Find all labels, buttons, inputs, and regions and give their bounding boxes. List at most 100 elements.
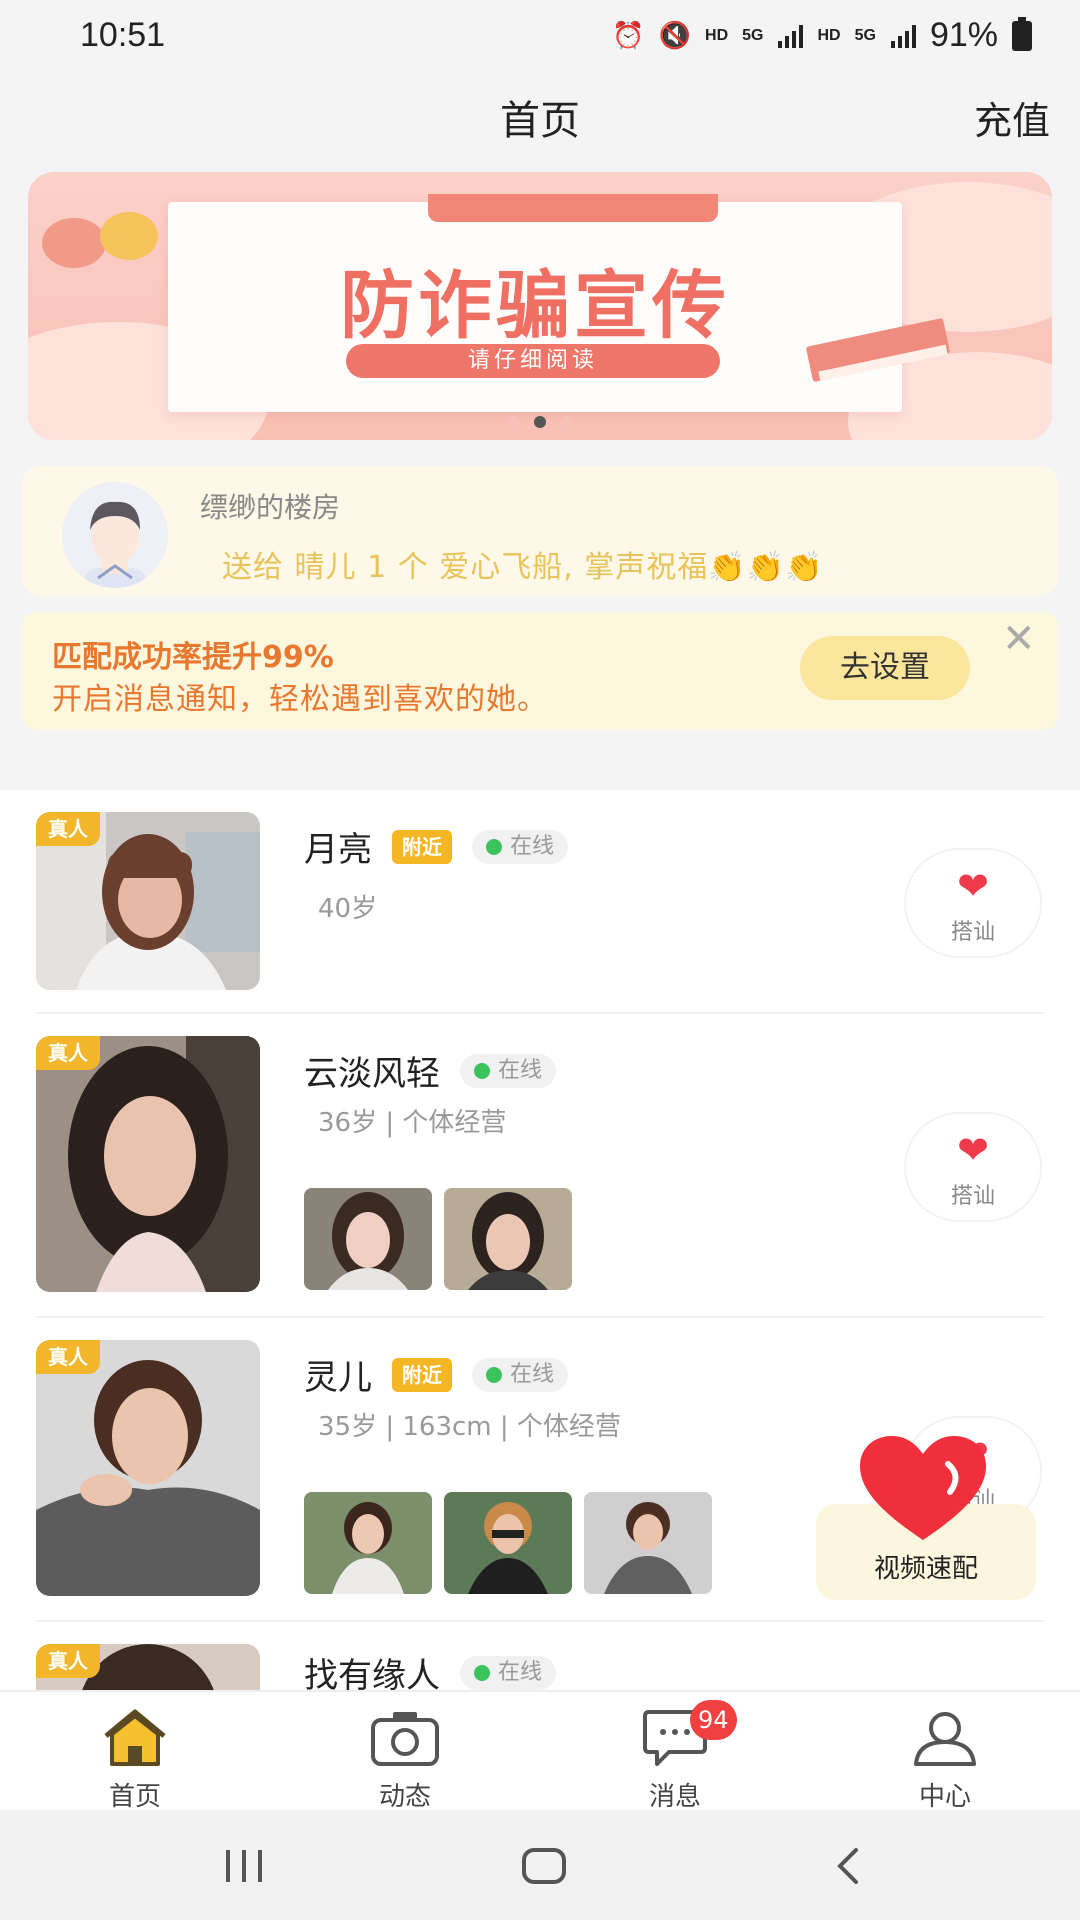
- nav-label: 首页: [108, 1782, 161, 1812]
- online-dot-icon: [474, 1062, 490, 1079]
- hd-label-2: HD: [817, 26, 841, 44]
- alarm-icon: ⏰: [612, 20, 645, 50]
- status-icons: ⏰ 🔇 HD 5G HD 5G 91%: [612, 16, 1032, 55]
- user-icon: [810, 1708, 1080, 1768]
- balloon-icon: [100, 212, 158, 260]
- nearby-badge: 附近: [392, 829, 452, 864]
- anti-fraud-banner[interactable]: 防诈骗宣传 请仔细阅读: [28, 172, 1052, 440]
- unread-badge: 94: [690, 1700, 737, 1740]
- nav-label: 中心: [918, 1782, 971, 1812]
- real-person-badge: 真人: [36, 812, 100, 846]
- notice-sender: 缥缈的楼房: [200, 491, 341, 524]
- online-dot-icon: [474, 1664, 490, 1681]
- recharge-button[interactable]: 充值: [974, 90, 1050, 145]
- pager-dot[interactable]: [508, 416, 520, 428]
- back-button[interactable]: [808, 1838, 888, 1894]
- avatar: [62, 482, 168, 588]
- online-label: 在线: [510, 1361, 555, 1387]
- photo-thumbs: [304, 1492, 712, 1594]
- home-button[interactable]: [504, 1838, 584, 1894]
- photo-thumb[interactable]: [304, 1188, 432, 1290]
- photo-thumbs: [304, 1188, 572, 1290]
- balloon-icon: [42, 218, 106, 268]
- user-photo[interactable]: 真人: [36, 1036, 260, 1292]
- pager-dot-active[interactable]: [534, 416, 546, 428]
- chat-up-label: 搭讪: [950, 920, 995, 945]
- chat-up-button[interactable]: ❤ 搭讪: [904, 848, 1042, 958]
- nav-home[interactable]: 首页: [0, 1692, 270, 1812]
- mute-icon: 🔇: [658, 20, 692, 50]
- name-row: 云淡风轻 在线: [304, 1046, 557, 1095]
- list-item[interactable]: 真人 月亮 附近 在线 40岁 ❤ 搭讪: [0, 812, 1080, 1012]
- go-settings-button[interactable]: 去设置: [800, 636, 970, 700]
- battery-percent: 91%: [929, 16, 998, 54]
- battery-icon: [1012, 16, 1032, 51]
- hd-label: HD: [705, 26, 729, 44]
- signal-icon-2: [890, 24, 916, 48]
- photo-thumb[interactable]: [444, 1188, 572, 1290]
- real-person-badge: 真人: [36, 1036, 100, 1070]
- pager-dot[interactable]: [560, 416, 572, 428]
- network-label: 5G: [742, 26, 764, 44]
- close-icon[interactable]: ✕: [1002, 616, 1036, 662]
- user-photo[interactable]: 真人: [36, 1644, 260, 1690]
- user-name: 灵儿: [304, 1358, 372, 1398]
- video-match-heart-icon[interactable]: [858, 1436, 988, 1546]
- page-title: 首页: [500, 98, 580, 144]
- heart-icon: ❤: [957, 1128, 989, 1172]
- chat-up-button[interactable]: ❤ 搭讪: [904, 1112, 1042, 1222]
- nav-label: 动态: [378, 1782, 431, 1812]
- camera-icon: [270, 1708, 540, 1768]
- user-photo[interactable]: 真人: [36, 1340, 260, 1596]
- chat-up-label: 搭讪: [950, 1184, 995, 1209]
- online-label: 在线: [510, 833, 555, 859]
- home-icon: [0, 1708, 270, 1768]
- status-bar: 10:51 ⏰ 🔇 HD 5G HD 5G 91%: [0, 0, 1080, 74]
- banner-pager[interactable]: [28, 416, 1052, 428]
- divider: [36, 1316, 1044, 1318]
- online-label: 在线: [498, 1659, 543, 1685]
- nearby-badge: 附近: [392, 1357, 452, 1392]
- user-name: 云淡风轻: [304, 1054, 440, 1094]
- online-status: 在线: [460, 1053, 557, 1088]
- nav-messages[interactable]: 94 消息: [540, 1692, 810, 1812]
- network-label-2: 5G: [854, 26, 876, 44]
- nav-center[interactable]: 中心: [810, 1692, 1080, 1812]
- photo-thumb[interactable]: [584, 1492, 712, 1594]
- recent-apps-button[interactable]: [204, 1838, 284, 1894]
- system-nav-bar: [0, 1810, 1080, 1920]
- divider: [36, 1620, 1044, 1622]
- signal-icon: [778, 24, 804, 48]
- nav-moments[interactable]: 动态: [270, 1692, 540, 1812]
- user-name: 找有缘人: [304, 1656, 440, 1690]
- online-status: 在线: [472, 829, 569, 864]
- photo-thumb[interactable]: [304, 1492, 432, 1594]
- notification-tip: 匹配成功率提升99% 开启消息通知，轻松遇到喜欢的她。 去设置 ✕: [22, 612, 1058, 730]
- nav-label: 消息: [648, 1782, 701, 1812]
- real-person-badge: 真人: [36, 1644, 100, 1678]
- user-info: 36岁 | 个体经营: [318, 1108, 507, 1138]
- tip-subtitle: 开启消息通知，轻松遇到喜欢的她。: [52, 682, 548, 717]
- message-icon: [540, 1708, 810, 1768]
- photo-thumb[interactable]: [444, 1492, 572, 1594]
- name-row: 月亮 附近 在线: [304, 822, 569, 871]
- notice-message: 送给 晴儿 1 个 爱心飞船, 掌声祝福👏👏👏: [222, 550, 824, 585]
- list-item[interactable]: 真人 找有缘人 在线: [0, 1644, 1080, 1690]
- list-item[interactable]: 真人 云淡风轻 在线 36岁 | 个体经营 ❤ 搭讪: [0, 1036, 1080, 1316]
- heart-icon: ❤: [957, 864, 989, 908]
- banner-subtitle: 请仔细阅读: [346, 344, 720, 378]
- user-info: 35岁 | 163cm | 个体经营: [318, 1412, 621, 1442]
- online-dot-icon: [486, 838, 502, 855]
- video-match-label: 视频速配: [873, 1554, 978, 1584]
- user-info: 40岁: [318, 894, 378, 924]
- bottom-nav: 首页 动态 94 消息 中心: [0, 1690, 1080, 1812]
- online-status: 在线: [472, 1357, 569, 1392]
- gift-notice[interactable]: 缥缈的楼房 送给 晴儿 1 个 爱心飞船, 掌声祝福👏👏👏: [22, 466, 1058, 596]
- tip-title: 匹配成功率提升99%: [52, 640, 334, 675]
- name-row: 找有缘人 在线: [304, 1648, 557, 1690]
- banner-tab: [428, 194, 718, 222]
- online-dot-icon: [486, 1366, 502, 1383]
- user-photo[interactable]: 真人: [36, 812, 260, 990]
- divider: [36, 1012, 1044, 1014]
- user-name: 月亮: [304, 830, 372, 870]
